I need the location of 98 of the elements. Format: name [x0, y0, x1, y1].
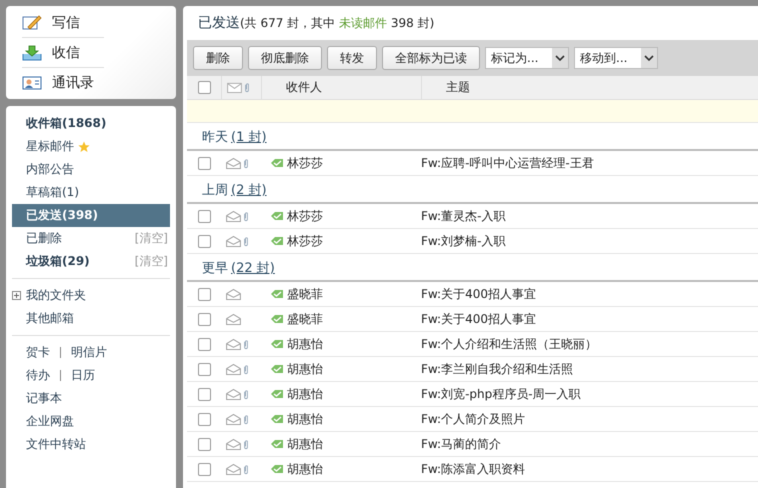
row-checkbox[interactable]	[198, 438, 210, 450]
row-checkbox[interactable]	[198, 156, 210, 170]
tool-link[interactable]: 明信片	[60, 347, 107, 358]
recipient-name: 胡惠怡	[287, 336, 323, 352]
toolbar-button[interactable]: 删除	[193, 46, 243, 70]
toolbar-button[interactable]: 全部标为已读	[382, 46, 480, 70]
tool-link[interactable]: 记事本	[26, 390, 62, 407]
nav-link[interactable]: 通讯录	[22, 68, 104, 97]
mail-subject-link[interactable]: Fw:个人介绍和生活照（王晓丽）	[421, 336, 598, 352]
row-checkbox[interactable]	[198, 362, 210, 376]
folder-link[interactable]: 星标邮件	[26, 138, 74, 155]
recipient-name: 胡惠怡	[287, 386, 323, 402]
select-all-checkbox[interactable]	[198, 81, 210, 94]
forwarded-icon	[270, 236, 284, 246]
recipient-name: 胡惠怡	[287, 360, 323, 378]
open-envelope-icon	[226, 338, 241, 350]
open-envelope-icon	[226, 438, 241, 450]
row-checkbox[interactable]	[198, 412, 210, 426]
mail-subject-link[interactable]: Fw:董灵杰-入职	[421, 208, 506, 224]
open-envelope-icon	[226, 314, 241, 324]
recipient-name: 林莎莎	[287, 232, 323, 250]
row-checkbox[interactable]	[198, 210, 210, 222]
row-checkbox[interactable]	[198, 312, 210, 326]
folder-link[interactable]: 已删除	[26, 230, 62, 247]
row-checkbox[interactable]	[198, 462, 210, 476]
recipient-name: 胡惠怡	[287, 410, 323, 428]
open-envelope-icon	[226, 464, 241, 474]
mail-subject-link[interactable]: Fw:个人简介及照片	[421, 410, 526, 428]
folder-title: 已发送	[198, 14, 240, 32]
open-envelope-icon	[226, 288, 241, 300]
forwarded-icon	[270, 211, 284, 221]
open-envelope-icon	[226, 364, 241, 374]
mail-subject-link[interactable]: Fw:李兰刚自我介绍和生活照	[421, 360, 574, 378]
dropdown[interactable]: 标记为...	[485, 47, 569, 69]
folder-link[interactable]: 内部公告	[26, 161, 74, 178]
open-envelope-icon	[226, 210, 241, 222]
chevron-down-icon	[552, 48, 568, 68]
forwarded-icon	[270, 464, 284, 474]
open-envelope-icon	[226, 158, 241, 168]
open-envelope-icon	[226, 236, 241, 246]
row-checkbox[interactable]	[198, 338, 210, 350]
folder-link[interactable]: 垃圾箱(29)	[26, 253, 90, 270]
tool-link[interactable]: 贺卡	[26, 344, 50, 361]
nav-link[interactable]: 收信	[22, 38, 104, 68]
group-label: 更早	[202, 260, 228, 277]
recipient-name: 盛晓菲	[287, 310, 323, 328]
recipient-name: 胡惠怡	[287, 460, 323, 478]
forwarded-icon	[270, 158, 284, 168]
download-tray-icon	[22, 44, 42, 60]
toolbar-button[interactable]: 彻底删除	[248, 46, 322, 70]
row-checkbox[interactable]	[198, 388, 210, 400]
pencil-note-icon	[22, 14, 42, 30]
open-envelope-icon	[226, 388, 241, 400]
forwarded-icon	[270, 339, 284, 349]
forwarded-icon	[270, 439, 284, 449]
forwarded-icon	[270, 389, 284, 399]
dropdown[interactable]: 移动到...	[574, 47, 658, 69]
paperclip-icon	[244, 82, 250, 93]
folder-link[interactable]: 我的文件夹	[26, 287, 86, 304]
group-count-link[interactable]: (22 封)	[231, 259, 275, 277]
mail-subject-link[interactable]: Fw:应聘-呼叫中心运营经理-王君	[421, 154, 594, 172]
recipient-name: 林莎莎	[287, 208, 323, 224]
recipient-name: 胡惠怡	[287, 436, 323, 452]
tool-link[interactable]: 企业网盘	[26, 413, 74, 430]
mail-count-summary: (共 677 封，其中 未读邮件 398 封)	[240, 14, 434, 32]
folder-link[interactable]: 其他邮箱	[26, 310, 74, 327]
contact-card-icon	[22, 74, 42, 90]
mail-subject-link[interactable]: Fw:关于400招人事宜	[421, 286, 536, 302]
folder-link[interactable]: 收件箱(1868)	[26, 115, 106, 132]
toolbar-button[interactable]: 转发	[327, 46, 377, 70]
column-header[interactable]: 收件人	[262, 76, 422, 99]
group-count-link[interactable]: (2 封)	[231, 181, 267, 199]
chevron-down-icon	[641, 48, 657, 68]
recipient-name: 盛晓菲	[287, 286, 323, 302]
forwarded-icon	[270, 314, 284, 324]
group-label: 上周	[202, 182, 228, 199]
recipient-name: 林莎莎	[287, 154, 323, 172]
column-header[interactable]: 主题	[422, 79, 758, 96]
tool-link[interactable]: 日历	[60, 370, 95, 381]
group-label: 昨天	[202, 129, 228, 146]
forwarded-icon	[270, 364, 284, 374]
group-count-link[interactable]: (1 封)	[231, 128, 267, 146]
envelope-icon	[227, 82, 242, 93]
mail-subject-link[interactable]: Fw:陈添富入职资料	[421, 460, 526, 478]
tool-link[interactable]: 待办	[26, 367, 50, 384]
forwarded-icon	[270, 289, 284, 299]
tool-link[interactable]: 文件中转站	[26, 436, 86, 453]
forwarded-icon	[270, 414, 284, 424]
open-envelope-icon	[226, 414, 241, 424]
mail-subject-link[interactable]: Fw:刘梦楠-入职	[421, 232, 506, 250]
row-checkbox[interactable]	[198, 234, 210, 248]
mail-subject-link[interactable]: Fw:马蔺的简介	[421, 436, 502, 452]
nav-link[interactable]: 写信	[22, 8, 104, 38]
mail-subject-link[interactable]: Fw:关于400招人事宜	[421, 310, 536, 328]
expand-icon[interactable]	[12, 291, 21, 300]
folder-link[interactable]: 草稿箱(1)	[26, 184, 79, 201]
mail-subject-link[interactable]: Fw:刘宽-php程序员-周一入职	[421, 386, 581, 402]
row-checkbox[interactable]	[198, 288, 210, 300]
